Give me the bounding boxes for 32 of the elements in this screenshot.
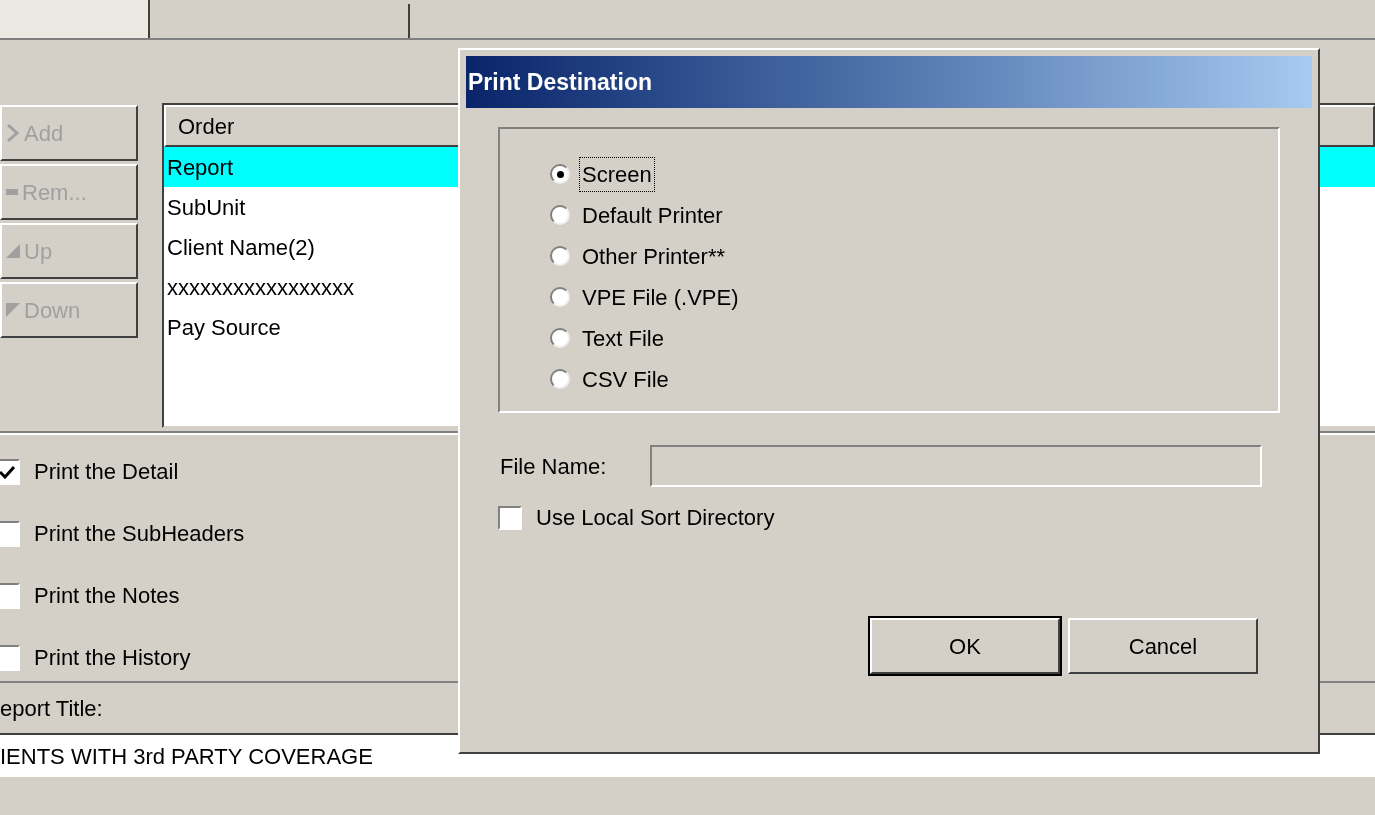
radio-button[interactable]	[550, 287, 570, 307]
radio-button[interactable]	[550, 164, 570, 184]
option-label: Print the Notes	[34, 582, 180, 610]
radio-label: Screen	[580, 157, 654, 191]
option-label: Print the SubHeaders	[34, 520, 245, 548]
field-label: eport Title:	[0, 694, 103, 723]
checkbox[interactable]	[0, 644, 20, 671]
triangle-up-icon	[6, 244, 20, 258]
checkbox[interactable]	[0, 520, 20, 547]
option-label: Print the Detail	[34, 458, 179, 486]
dialog-button[interactable]: Cancel	[1068, 618, 1258, 674]
dialog-button[interactable]: OK	[870, 618, 1060, 674]
triangle-down-icon	[6, 303, 20, 317]
checkbox[interactable]	[498, 505, 522, 530]
radio-label: VPE File (.VPE)	[581, 283, 740, 312]
checkbox[interactable]	[0, 458, 20, 485]
checkbox-label: Use Local Sort Directory	[536, 504, 775, 532]
checkbox[interactable]	[0, 582, 20, 609]
radio-button[interactable]	[550, 328, 570, 348]
chevron-right-icon	[6, 122, 20, 144]
window-title: Print Destination	[468, 67, 652, 97]
radio-label: Text File	[581, 324, 665, 353]
option-label: Print the History	[34, 644, 191, 672]
radio-button[interactable]	[550, 369, 570, 389]
minus-icon	[6, 189, 18, 195]
radio-button[interactable]	[550, 205, 570, 225]
radio-label: Default Printer	[581, 201, 724, 230]
field-label: File Name:	[500, 452, 608, 481]
check-icon	[0, 464, 15, 479]
radio-label: Other Printer**	[581, 242, 727, 271]
radio-button[interactable]	[550, 246, 570, 266]
radio-label: CSV File	[581, 365, 670, 394]
